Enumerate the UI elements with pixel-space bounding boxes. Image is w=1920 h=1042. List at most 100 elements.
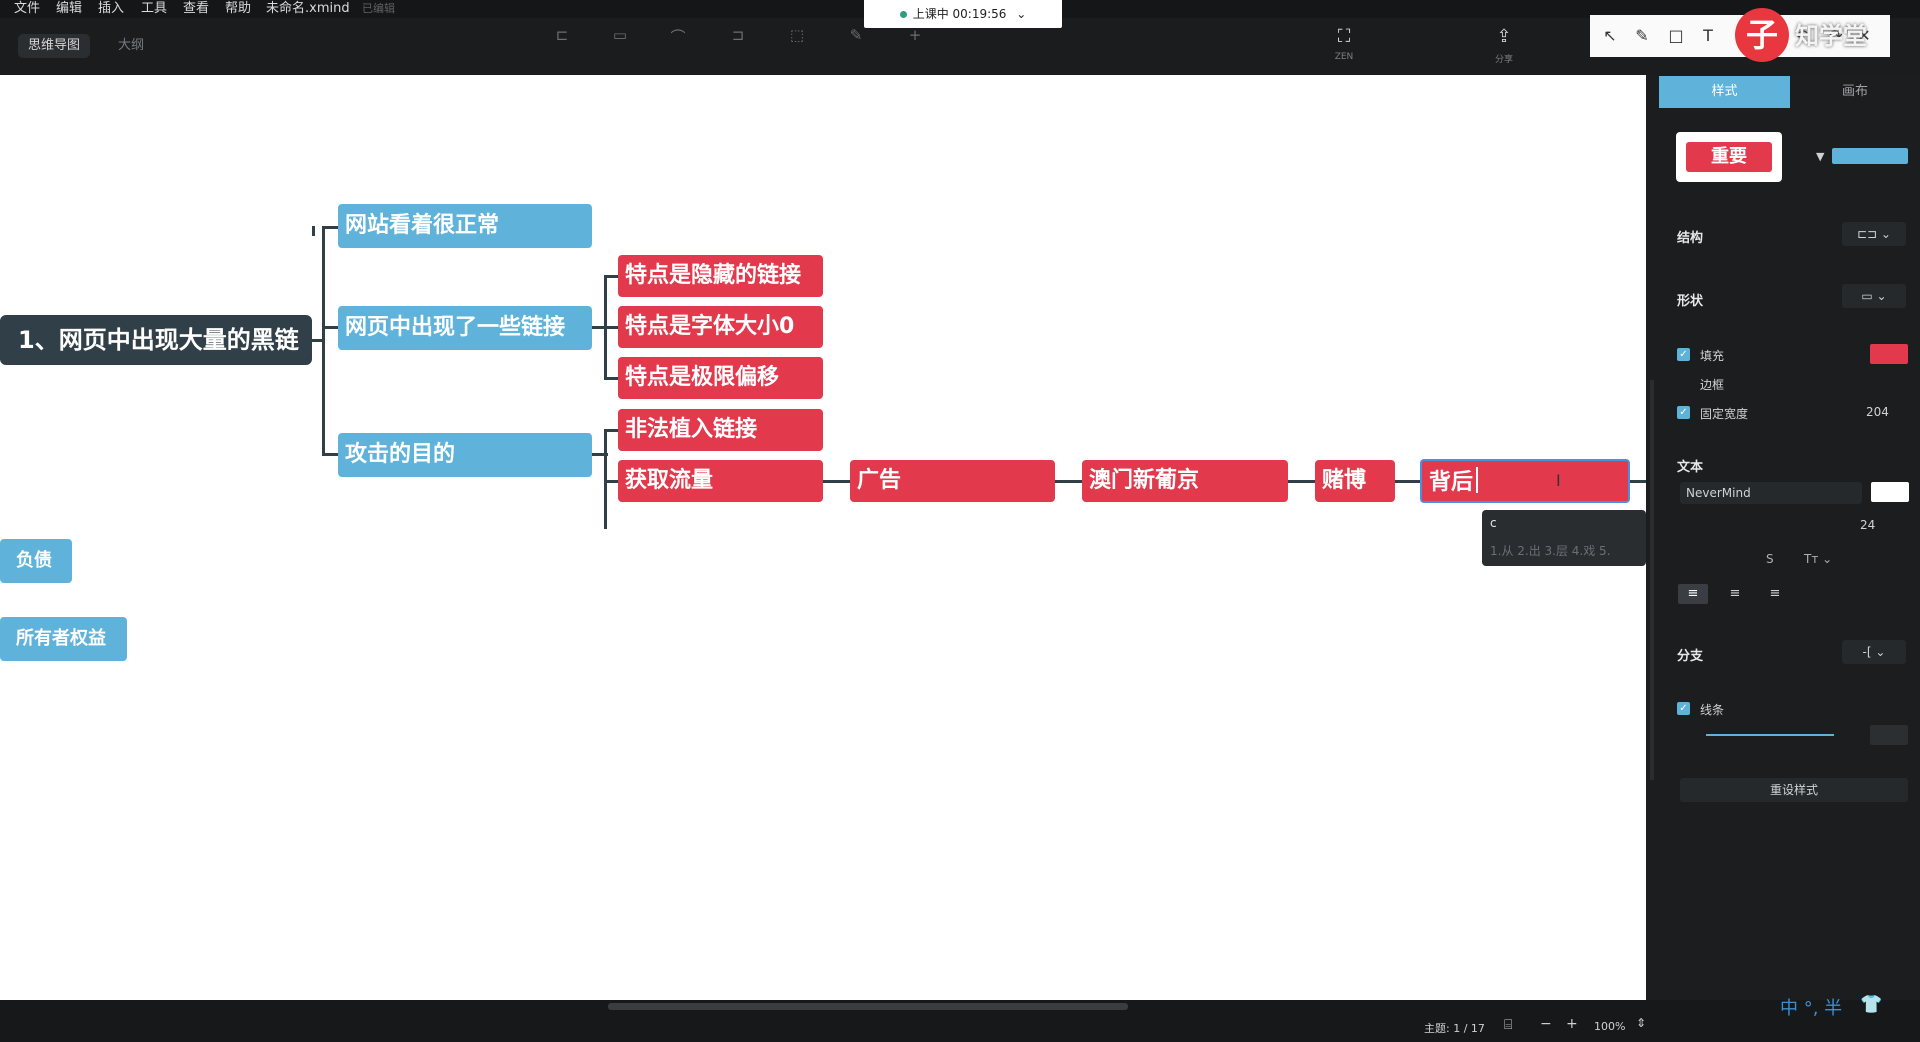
style-preset-card[interactable]: 重要 (1676, 132, 1782, 182)
connector (823, 480, 850, 483)
topic-attack-goal[interactable]: 攻击的目的 (338, 433, 592, 477)
zoom-out-button[interactable]: − (1540, 1016, 1552, 1032)
strikethrough-icon[interactable]: S (1766, 552, 1774, 566)
structure-label: 结构 (1677, 231, 1704, 246)
fill-checkbox[interactable]: ✓ (1677, 348, 1690, 361)
topic-owner-equity[interactable]: 所有者权益 (0, 617, 127, 661)
fixed-width-value[interactable]: 204 (1866, 405, 1889, 419)
relationship-icon[interactable]: ⌒ (664, 26, 692, 48)
zoom-in-button[interactable]: + (1566, 1016, 1578, 1032)
align-center-icon[interactable]: ≡ (1720, 584, 1750, 604)
format-panel (1646, 75, 1920, 1000)
text-label: 文本 (1677, 460, 1704, 475)
note-icon[interactable]: ✎ (842, 26, 870, 48)
line-width-slider[interactable] (1706, 734, 1834, 736)
ime-candidate-popup[interactable]: c 1.从 2.出 3.层 4.戏 5. (1482, 510, 1646, 566)
border-label: 边框 (1700, 378, 1725, 392)
text-case-icon[interactable]: Tт ⌄ (1804, 552, 1832, 566)
cursor-icon[interactable]: ↖ (1598, 24, 1622, 48)
ibeam-cursor-icon: I (1556, 471, 1561, 490)
line-color-swatch[interactable] (1870, 725, 1908, 745)
style-apply-button[interactable] (1832, 148, 1908, 164)
boundary-icon[interactable]: ⬚ (783, 26, 811, 48)
ime-status[interactable]: 中 °, 半 (1780, 994, 1842, 1020)
reset-style-button[interactable]: 重设样式 (1680, 778, 1908, 802)
topic-icon[interactable]: ▭ (606, 26, 634, 48)
fill-color-swatch[interactable] (1870, 344, 1908, 364)
chevron-down-icon: ⌄ (1016, 7, 1027, 21)
map-book-icon[interactable]: ⌸ (1504, 1017, 1512, 1033)
dropdown-arrow-icon[interactable]: ▼ (1816, 150, 1824, 163)
align-right-icon[interactable]: ≡ (1760, 584, 1790, 604)
connector (1288, 480, 1315, 483)
root-topic[interactable]: 1、网页中出现大量的黑链 (0, 315, 312, 365)
branch-select[interactable]: -[ ⌄ (1842, 640, 1906, 664)
menu-tools[interactable]: 工具 (141, 0, 167, 18)
menu-help[interactable]: 帮助 (225, 0, 251, 18)
tab-canvas[interactable]: 画布 (1800, 76, 1910, 108)
topic-hidden-links[interactable]: 特点是隐藏的链接 (618, 255, 823, 297)
topic-site-normal[interactable]: 网站看着很正常 (338, 204, 592, 248)
topic-links-appear[interactable]: 网页中出现了一些链接 (338, 306, 592, 350)
fill-label: 填充 (1700, 349, 1725, 363)
shape-select[interactable]: ▭ ⌄ (1842, 284, 1906, 308)
text-tool-icon[interactable]: T (1696, 24, 1720, 48)
save-state: 已编辑 (362, 2, 395, 15)
tab-outline[interactable]: 大纲 (108, 34, 154, 58)
menu-edit[interactable]: 编辑 (56, 0, 82, 18)
topic-gambling[interactable]: 赌博 (1315, 460, 1395, 502)
menu-insert[interactable]: 插入 (98, 0, 124, 18)
zen-icon[interactable]: ⛶ (1330, 26, 1358, 48)
topic-behind-editing[interactable]: 背后 (1420, 459, 1630, 503)
topic-illegal-links[interactable]: 非法植入链接 (618, 409, 823, 451)
font-size-value[interactable]: 24 (1860, 518, 1875, 532)
pen-icon[interactable]: ✎ (1630, 24, 1654, 48)
zoom-level[interactable]: 100% (1594, 1020, 1625, 1033)
panel-scrollbar[interactable] (1650, 380, 1654, 780)
fixed-width-checkbox[interactable]: ✓ (1677, 406, 1690, 419)
menu-view[interactable]: 查看 (183, 0, 209, 18)
share-icon[interactable]: ⇪ (1490, 26, 1518, 48)
connector (312, 226, 315, 236)
horizontal-scrollbar[interactable] (608, 1003, 1128, 1010)
topic-extreme-offset[interactable]: 特点是极限偏移 (618, 357, 823, 399)
menu-file[interactable]: 文件 (14, 0, 40, 18)
connector (604, 429, 607, 529)
topic-ad[interactable]: 广告 (850, 460, 1055, 502)
topic-font-size-zero[interactable]: 特点是字体大小0 (618, 306, 823, 348)
tab-mindmap[interactable]: 思维导图 (18, 34, 91, 58)
font-family-value: NeverMind (1686, 486, 1751, 500)
share-label: 分享 (1494, 55, 1513, 65)
zoom-stepper-icon[interactable]: ⇕ (1636, 1016, 1646, 1030)
mindmap-canvas[interactable]: 1、网页中出现大量的黑链 网站看着很正常 网页中出现了一些链接 攻击的目的 特点… (0, 75, 1646, 1000)
brand-logo-icon: 子 (1735, 8, 1789, 62)
connector (604, 377, 618, 380)
insert-icon[interactable]: + (901, 26, 929, 48)
fixed-width-label: 固定宽度 (1700, 407, 1749, 421)
topic-liabilities[interactable]: 负债 (0, 539, 72, 583)
connector (322, 326, 338, 329)
style-preset-label: 重要 (1686, 142, 1772, 172)
summary-icon[interactable]: ⊐ (724, 26, 752, 48)
subtopic-icon[interactable]: ⊏ (548, 26, 576, 48)
topic-count: 主题: 1 / 17 (1424, 1022, 1485, 1035)
shirt-icon[interactable]: 👕 (1860, 994, 1882, 1015)
connector (322, 453, 338, 456)
align-left-icon[interactable]: ≡ (1678, 584, 1708, 604)
topic-macau[interactable]: 澳门新葡京 (1082, 460, 1288, 502)
text-color-swatch[interactable] (1871, 482, 1909, 502)
connector (604, 480, 618, 483)
rectangle-icon[interactable]: □ (1664, 24, 1688, 48)
structure-select[interactable]: ⊏⊐ ⌄ (1842, 222, 1906, 246)
recording-status[interactable]: 上课中 00:19:56 ⌄ (864, 0, 1062, 28)
rounded-rect-icon: ▭ ⌄ (1861, 289, 1887, 303)
font-family-select[interactable]: NeverMind (1680, 482, 1862, 504)
connector (604, 275, 618, 278)
structure-icon: ⊏⊐ ⌄ (1857, 227, 1891, 241)
ime-candidates[interactable]: 1.从 2.出 3.层 4.戏 5. (1490, 542, 1611, 559)
tab-style[interactable]: 样式 (1659, 76, 1790, 108)
document-name: 未命名.xmind (266, 1, 350, 16)
line-checkbox[interactable]: ✓ (1677, 702, 1690, 715)
connector (1630, 480, 1646, 483)
topic-get-traffic[interactable]: 获取流量 (618, 460, 823, 502)
